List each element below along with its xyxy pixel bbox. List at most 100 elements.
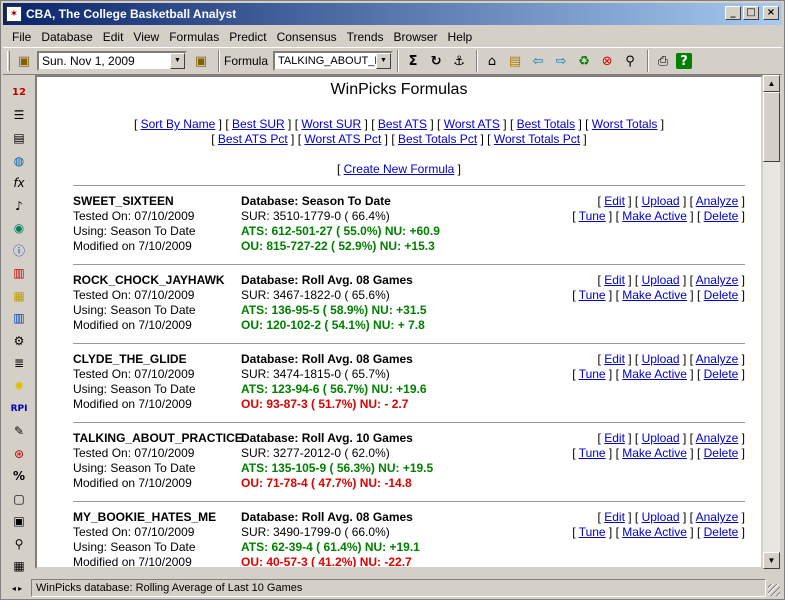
menu-consensus[interactable]: Consensus xyxy=(272,30,342,44)
sort-best-ats-pct-link[interactable]: Best ATS Pct xyxy=(218,132,288,146)
chevron-down-icon[interactable]: ▼ xyxy=(376,53,392,69)
tune-link[interactable]: Tune xyxy=(579,525,606,539)
upload-link[interactable]: Upload xyxy=(642,273,680,287)
find-person-icon[interactable]: ⚲ xyxy=(620,51,640,71)
anchor-icon[interactable]: ⚓ xyxy=(449,51,469,71)
open-folder-icon[interactable]: ▤ xyxy=(505,51,525,71)
tune-link[interactable]: Tune xyxy=(579,446,606,460)
print-icon[interactable]: ⎙ xyxy=(653,51,673,71)
close-button[interactable]: × xyxy=(763,6,779,20)
clipboard-icon[interactable]: ▢ xyxy=(9,489,29,509)
edit-link[interactable]: Edit xyxy=(604,510,625,524)
make-active-link[interactable]: Make Active xyxy=(622,367,687,381)
back-arrow-icon[interactable]: ⇦ xyxy=(528,51,548,71)
refresh-icon[interactable]: ↻ xyxy=(426,51,446,71)
formula-select[interactable]: TALKING_ABOUT_PR ▼ xyxy=(273,51,394,71)
make-active-link[interactable]: Make Active xyxy=(622,209,687,223)
search-icon[interactable]: ⚲ xyxy=(9,534,29,554)
menu-formulas[interactable]: Formulas xyxy=(164,30,224,44)
team-stats-icon[interactable]: ▥ xyxy=(9,263,29,283)
delete-link[interactable]: Delete xyxy=(704,367,739,381)
title-bar[interactable]: ✶ CBA, The College Basketball Analyst _ … xyxy=(3,3,782,25)
sort-best-totals-link[interactable]: Best Totals xyxy=(517,117,575,131)
create-new-formula-link[interactable]: Create New Formula xyxy=(344,162,455,176)
stop-icon[interactable]: ⊗ xyxy=(597,51,617,71)
sort-worst-totals-link[interactable]: Worst Totals xyxy=(592,117,658,131)
vertical-scrollbar[interactable]: ▲ ▼ xyxy=(763,75,780,569)
delete-link[interactable]: Delete xyxy=(704,446,739,460)
reload-page-icon[interactable]: ♻ xyxy=(574,51,594,71)
notepad-icon[interactable]: ▣ xyxy=(9,511,29,531)
menu-view[interactable]: View xyxy=(128,30,164,44)
delete-link[interactable]: Delete xyxy=(704,288,739,302)
globe-icon[interactable]: ◍ xyxy=(9,151,29,171)
sort-worst-sur-link[interactable]: Worst SUR xyxy=(301,117,361,131)
analyze-link[interactable]: Analyze xyxy=(696,510,739,524)
toolbar-grip[interactable] xyxy=(7,51,10,71)
basketball-icon[interactable]: ⊛ xyxy=(9,444,29,464)
date-select[interactable]: Sun. Nov 1, 2009 ▼ xyxy=(37,51,187,71)
upload-link[interactable]: Upload xyxy=(642,431,680,445)
upload-link[interactable]: Upload xyxy=(642,510,680,524)
sort-worst-totals-pct-link[interactable]: Worst Totals Pct xyxy=(494,132,580,146)
tag-icon[interactable]: ✎ xyxy=(9,421,29,441)
lightbulb-icon[interactable]: ✹ xyxy=(9,376,29,396)
tune-link[interactable]: Tune xyxy=(579,288,606,302)
scroll-thumb[interactable] xyxy=(763,92,780,162)
calendar-back-icon[interactable]: ▣ xyxy=(14,51,34,71)
menu-edit[interactable]: Edit xyxy=(98,30,129,44)
resize-grip[interactable] xyxy=(768,584,780,596)
sort-worst-ats-pct-link[interactable]: Worst ATS Pct xyxy=(304,132,381,146)
tune-link[interactable]: Tune xyxy=(579,209,606,223)
make-active-link[interactable]: Make Active xyxy=(622,446,687,460)
nav-arrows-icon[interactable]: ◂ ▸ xyxy=(3,584,31,593)
settings-icon[interactable]: ⚙ xyxy=(9,331,29,351)
forward-arrow-icon[interactable]: ⇨ xyxy=(551,51,571,71)
menu-file[interactable]: File xyxy=(7,30,36,44)
rows-icon[interactable]: ≣ xyxy=(9,354,29,374)
scoreboard-icon[interactable]: 12 xyxy=(9,83,29,103)
maximize-button[interactable]: □ xyxy=(743,6,759,20)
sort-worst-ats-link[interactable]: Worst ATS xyxy=(444,117,500,131)
analyze-link[interactable]: Analyze xyxy=(696,431,739,445)
edit-link[interactable]: Edit xyxy=(604,194,625,208)
sort-best-totals-pct-link[interactable]: Best Totals Pct xyxy=(398,132,477,146)
analyze-link[interactable]: Analyze xyxy=(696,194,739,208)
info-icon[interactable]: ⓘ xyxy=(9,241,29,261)
document-icon[interactable]: ▤ xyxy=(9,128,29,148)
menu-help[interactable]: Help xyxy=(443,30,478,44)
delete-link[interactable]: Delete xyxy=(704,525,739,539)
percent-icon[interactable]: % xyxy=(9,466,29,486)
upload-link[interactable]: Upload xyxy=(642,352,680,366)
bar-chart-icon[interactable]: ▥ xyxy=(9,308,29,328)
list-icon[interactable]: ☰ xyxy=(9,106,29,126)
sort-best-sur-link[interactable]: Best SUR xyxy=(232,117,285,131)
make-active-link[interactable]: Make Active xyxy=(622,288,687,302)
upload-link[interactable]: Upload xyxy=(642,194,680,208)
sigma-icon[interactable]: Σ xyxy=(403,51,423,71)
analyze-link[interactable]: Analyze xyxy=(696,273,739,287)
analyze-link[interactable]: Analyze xyxy=(696,352,739,366)
edit-link[interactable]: Edit xyxy=(604,273,625,287)
help-icon[interactable]: ? xyxy=(676,53,693,69)
menu-trends[interactable]: Trends xyxy=(342,30,389,44)
scroll-down-icon[interactable]: ▼ xyxy=(763,552,780,569)
scroll-up-icon[interactable]: ▲ xyxy=(763,75,780,92)
function-icon[interactable]: fx xyxy=(9,173,29,193)
menu-database[interactable]: Database xyxy=(36,30,97,44)
spreadsheet-icon[interactable]: ▦ xyxy=(9,286,29,306)
delete-link[interactable]: Delete xyxy=(704,209,739,223)
menu-predict[interactable]: Predict xyxy=(224,30,271,44)
chevron-down-icon[interactable]: ▼ xyxy=(170,53,185,69)
music-icon[interactable]: ♪ xyxy=(9,196,29,216)
edit-link[interactable]: Edit xyxy=(604,352,625,366)
menu-browser[interactable]: Browser xyxy=(389,30,443,44)
sort-best-ats-link[interactable]: Best ATS xyxy=(378,117,427,131)
world-icon[interactable]: ◉ xyxy=(9,218,29,238)
home-icon[interactable]: ⌂ xyxy=(482,51,502,71)
calculator-icon[interactable]: ▦ xyxy=(9,556,29,576)
minimize-button[interactable]: _ xyxy=(725,6,741,20)
edit-link[interactable]: Edit xyxy=(604,431,625,445)
rpi-icon[interactable]: RPI xyxy=(9,399,29,419)
sort-sort-by-name-link[interactable]: Sort By Name xyxy=(141,117,216,131)
